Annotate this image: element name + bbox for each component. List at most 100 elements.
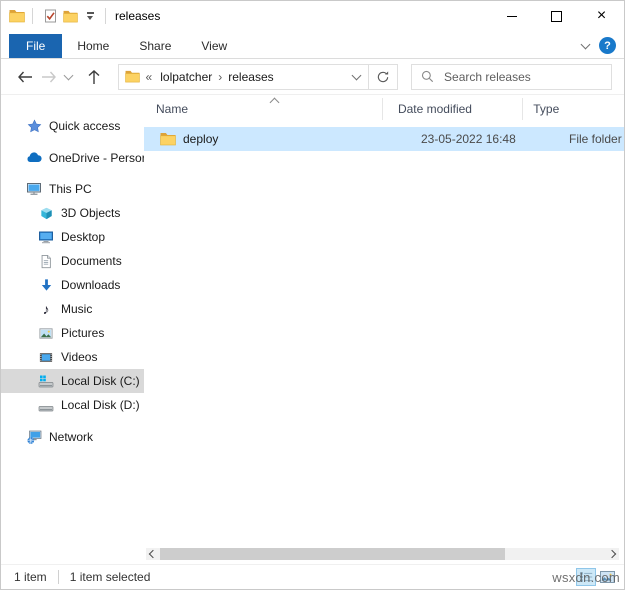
drive-icon: [38, 397, 54, 413]
new-folder-icon[interactable]: [60, 5, 80, 27]
cloud-icon: [26, 150, 42, 166]
breadcrumb-segment-lolpatcher[interactable]: lolpatcher: [154, 70, 218, 84]
tab-file[interactable]: File: [9, 34, 62, 58]
maximize-icon: [551, 11, 562, 22]
address-bar[interactable]: « lolpatcher › releases: [118, 64, 399, 90]
column-header-name[interactable]: Name: [144, 98, 383, 120]
cube-icon: [38, 205, 54, 221]
address-dropdown-chevron-icon: [351, 70, 361, 80]
star-icon: [26, 118, 42, 134]
sidebar-item-onedrive[interactable]: OneDrive - Persor: [1, 146, 144, 170]
breadcrumb-segment-releases[interactable]: releases: [222, 70, 279, 84]
sidebar-item-pictures[interactable]: Pictures: [1, 321, 144, 345]
search-box: [411, 64, 612, 90]
file-row-deploy[interactable]: deploy 23-05-2022 16:48 File folder: [144, 127, 624, 151]
sidebar-item-3d-objects[interactable]: 3D Objects: [1, 201, 144, 225]
sidebar-item-documents[interactable]: Documents: [1, 249, 144, 273]
horizontal-scrollbar[interactable]: [146, 548, 619, 560]
maximize-button[interactable]: [534, 1, 579, 31]
scroll-right-button[interactable]: [607, 548, 619, 560]
thumbnails-view-button[interactable]: [597, 568, 617, 586]
main-area: Quick access OneDrive - Persor This PC 3…: [1, 94, 624, 565]
forward-arrow-icon: [41, 71, 57, 83]
sidebar-item-music[interactable]: ♪ Music: [1, 297, 144, 321]
sidebar-item-quick-access[interactable]: Quick access: [1, 114, 144, 138]
search-input[interactable]: [442, 69, 611, 85]
download-arrow-icon: [38, 277, 54, 293]
sidebar-item-label: Documents: [61, 254, 122, 268]
view-toggles: [576, 568, 617, 586]
column-header-date-modified[interactable]: Date modified: [383, 98, 523, 120]
divider: [58, 570, 59, 584]
sidebar-item-label: OneDrive - Persor: [49, 151, 144, 165]
scroll-right-icon: [608, 550, 616, 558]
close-button[interactable]: ×: [579, 1, 624, 31]
title-bar: releases ×: [1, 1, 624, 31]
column-header-type[interactable]: Type: [523, 98, 624, 120]
selection-count: 1 item selected: [70, 570, 151, 584]
sidebar-item-local-disk-d[interactable]: Local Disk (D:): [1, 393, 144, 417]
sidebar-item-label: Quick access: [49, 119, 120, 133]
minimize-icon: [507, 16, 517, 17]
item-count: 1 item: [14, 570, 47, 584]
tab-share[interactable]: Share: [124, 34, 186, 58]
navigation-pane: Quick access OneDrive - Persor This PC 3…: [1, 94, 144, 565]
thumbnails-view-icon: [600, 571, 615, 583]
status-bar: 1 item 1 item selected: [1, 564, 624, 589]
picture-icon: [38, 325, 54, 341]
back-arrow-icon: [17, 71, 33, 83]
sidebar-item-desktop[interactable]: Desktop: [1, 225, 144, 249]
document-icon: [38, 253, 54, 269]
folder-icon: [125, 70, 140, 83]
back-button[interactable]: [13, 65, 37, 89]
qat-dropdown-icon[interactable]: [82, 5, 98, 27]
window-title: releases: [115, 9, 160, 23]
recent-locations-button[interactable]: [61, 65, 76, 89]
sidebar-item-label: Network: [49, 430, 93, 444]
collapse-ribbon-chevron-icon[interactable]: [581, 39, 591, 49]
sidebar-item-label: Videos: [61, 350, 97, 364]
details-view-button[interactable]: [576, 568, 596, 586]
file-name: deploy: [183, 132, 218, 146]
search-icon: [421, 70, 434, 83]
minimize-button[interactable]: [489, 1, 534, 31]
breadcrumb-overflow[interactable]: «: [140, 70, 155, 84]
file-check-icon[interactable]: [40, 5, 60, 27]
music-note-icon: ♪: [38, 301, 54, 317]
up-arrow-icon: [88, 69, 100, 85]
refresh-button[interactable]: [368, 65, 397, 89]
sidebar-item-label: Music: [61, 302, 92, 316]
sidebar-item-this-pc[interactable]: This PC: [1, 177, 144, 201]
film-icon: [38, 349, 54, 365]
help-icon[interactable]: ?: [599, 37, 616, 54]
address-dropdown-button[interactable]: [344, 65, 368, 89]
details-view-icon: [579, 571, 593, 583]
ribbon-tab-bar: File Home Share View ?: [1, 31, 624, 59]
network-icon: [26, 429, 42, 445]
scrollbar-thumb[interactable]: [160, 548, 505, 560]
sidebar-item-videos[interactable]: Videos: [1, 345, 144, 369]
up-button[interactable]: [82, 65, 106, 89]
scroll-left-button[interactable]: [146, 548, 158, 560]
system-drive-icon: [38, 373, 54, 389]
forward-button[interactable]: [37, 65, 61, 89]
monitor-icon: [38, 229, 54, 245]
tab-view[interactable]: View: [186, 34, 242, 58]
sidebar-item-label: This PC: [49, 182, 92, 196]
sidebar-item-downloads[interactable]: Downloads: [1, 273, 144, 297]
sidebar-item-label: 3D Objects: [61, 206, 120, 220]
sidebar-item-network[interactable]: Network: [1, 425, 144, 449]
window-controls: ×: [489, 1, 624, 31]
navigation-toolbar: « lolpatcher › releases: [1, 59, 624, 95]
recent-locations-chevron-icon: [63, 70, 73, 80]
divider: [105, 8, 106, 24]
app-folder-icon[interactable]: [9, 9, 25, 23]
file-type: File folder: [559, 132, 622, 146]
sidebar-item-label: Desktop: [61, 230, 105, 244]
scroll-left-icon: [149, 550, 157, 558]
sidebar-item-label: Downloads: [61, 278, 120, 292]
scrollbar-track[interactable]: [158, 548, 607, 560]
file-list-pane: Name Date modified Type deploy 23-05-202…: [144, 94, 624, 565]
tab-home[interactable]: Home: [62, 34, 124, 58]
sidebar-item-local-disk-c[interactable]: Local Disk (C:): [1, 369, 144, 393]
